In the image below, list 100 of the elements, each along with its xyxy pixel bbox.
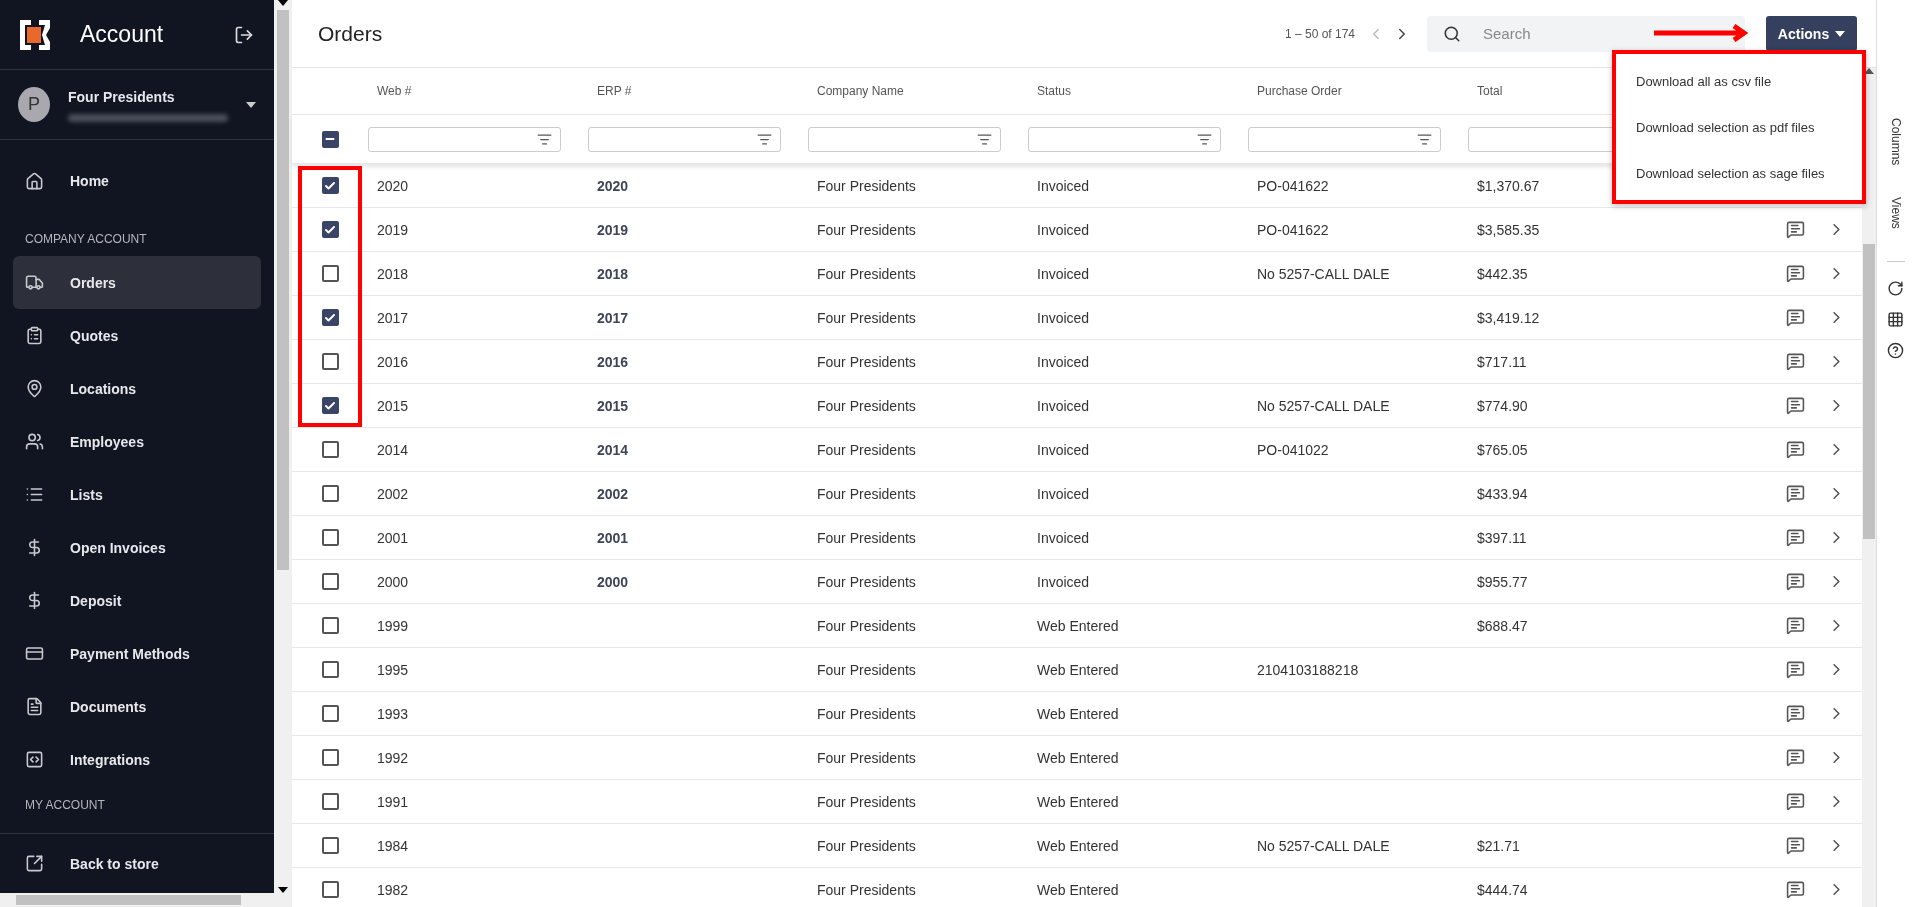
filter-field[interactable] <box>1028 126 1221 152</box>
comment-icon[interactable] <box>1786 396 1805 415</box>
nav-item[interactable]: Deposit <box>13 574 261 627</box>
row-checkbox[interactable] <box>321 837 339 854</box>
nav-item[interactable]: Documents <box>13 680 261 733</box>
row-checkbox[interactable] <box>321 353 339 370</box>
menu-item[interactable]: Download selection as sage files <box>1616 150 1862 196</box>
select-all-checkbox[interactable] <box>321 130 339 148</box>
row-checkbox[interactable] <box>321 485 339 502</box>
column-header[interactable]: Status <box>1028 84 1248 98</box>
column-header[interactable]: Web # <box>368 84 588 98</box>
table-cell-text: Four Presidents <box>816 881 917 898</box>
comment-icon[interactable] <box>1786 836 1805 855</box>
row-checkbox[interactable] <box>321 793 339 810</box>
table-cell-text: Four Presidents <box>816 793 917 810</box>
row-checkbox[interactable] <box>321 221 339 238</box>
nav-item[interactable]: Payment Methods <box>13 627 261 680</box>
nav-item[interactable]: Open Invoices <box>13 521 261 574</box>
column-header[interactable]: Purchase Order <box>1248 84 1468 98</box>
nav-item[interactable]: Employees <box>13 415 261 468</box>
table-cell-text: 2019 <box>596 221 630 238</box>
table-cell-text: No 5257-CALL DALE <box>1256 837 1391 854</box>
row-checkbox[interactable] <box>321 881 339 898</box>
actions-button[interactable]: Actions <box>1766 16 1857 51</box>
nav-icon <box>25 432 44 451</box>
table-cell-text: 2014 <box>596 441 630 458</box>
row-checkbox[interactable] <box>321 177 339 194</box>
comment-icon[interactable] <box>1786 748 1805 767</box>
table-cell-text: 2016 <box>376 353 410 370</box>
table-cell-text: Invoiced <box>1036 265 1091 282</box>
help-icon[interactable] <box>1887 342 1904 360</box>
scrollbar-thumb[interactable] <box>277 10 289 570</box>
nav-item[interactable]: Lists <box>13 468 261 521</box>
nav-icon <box>25 644 44 663</box>
table-cell-text: $717.11 <box>1476 353 1528 370</box>
side-tab[interactable]: Views <box>1888 197 1903 230</box>
row-checkbox[interactable] <box>321 397 339 414</box>
comment-icon[interactable] <box>1786 528 1805 547</box>
table-cell-text: 2104103188218 <box>1256 661 1360 678</box>
side-tab[interactable]: Columns <box>1888 118 1903 166</box>
back-to-store-link[interactable]: Back to store <box>25 843 159 884</box>
table-cell-text: PO-041622 <box>1256 177 1330 194</box>
comment-icon[interactable] <box>1786 440 1805 459</box>
menu-item[interactable]: Download all as csv file <box>1616 58 1862 104</box>
search-input[interactable]: Search <box>1481 24 1701 43</box>
search-bar[interactable]: Search <box>1427 15 1745 52</box>
row-checkbox[interactable] <box>321 441 339 458</box>
menu-item[interactable]: Download selection as pdf files <box>1616 104 1862 150</box>
comment-icon[interactable] <box>1786 572 1805 591</box>
row-checkbox[interactable] <box>321 749 339 766</box>
comment-icon[interactable] <box>1786 792 1805 811</box>
table-cell-text: Four Presidents <box>816 309 917 326</box>
table-cell-text: $433.94 <box>1476 485 1529 502</box>
check-icon <box>324 311 336 324</box>
table-cell-text: Invoiced <box>1036 441 1091 458</box>
comment-icon[interactable] <box>1786 484 1805 503</box>
nav-item[interactable]: Home <box>13 160 261 202</box>
check-icon <box>324 223 336 236</box>
comment-icon[interactable] <box>1786 264 1805 283</box>
row-checkbox[interactable] <box>321 661 339 678</box>
comment-icon[interactable] <box>1786 880 1805 899</box>
comment-icon[interactable] <box>1786 308 1805 327</box>
row-checkbox[interactable] <box>321 705 339 722</box>
row-checkbox[interactable] <box>321 617 339 634</box>
nav-item[interactable]: Integrations <box>13 733 261 786</box>
table-cell-text: Invoiced <box>1036 573 1091 590</box>
column-header[interactable]: ERP # <box>588 84 808 98</box>
nav-item[interactable]: Quotes <box>13 309 261 362</box>
table-cell-text: 2015 <box>376 397 410 414</box>
comment-icon[interactable] <box>1786 352 1805 371</box>
table-cell-text: 2002 <box>596 485 630 502</box>
filter-field[interactable] <box>1248 126 1441 152</box>
table-cell-text: Four Presidents <box>816 353 917 370</box>
row-checkbox[interactable] <box>321 309 339 326</box>
row-checkbox[interactable] <box>321 265 339 282</box>
table-cell-text: Web Entered <box>1036 705 1120 722</box>
comment-icon[interactable] <box>1786 616 1805 635</box>
grid-icon[interactable] <box>1887 311 1904 329</box>
comment-icon[interactable] <box>1786 220 1805 239</box>
filter-field[interactable] <box>368 126 561 152</box>
refresh-icon[interactable] <box>1887 280 1904 298</box>
row-checkbox[interactable] <box>321 529 339 546</box>
filter-icon <box>537 131 552 147</box>
row-checkbox[interactable] <box>321 573 339 590</box>
table-cell-text: 2000 <box>596 573 630 590</box>
filter-field[interactable] <box>808 126 1001 152</box>
nav-item[interactable]: Locations <box>13 362 261 415</box>
scrollbar-thumb[interactable] <box>1863 244 1875 539</box>
table-cell-text: $955.77 <box>1476 573 1529 590</box>
comment-icon[interactable] <box>1786 704 1805 723</box>
table-cell-text: $3,585.35 <box>1476 221 1541 238</box>
nav-icon <box>25 697 44 716</box>
scrollbar-thumb[interactable] <box>16 895 241 905</box>
nav-item[interactable]: Orders <box>13 256 261 309</box>
table-cell-text: Invoiced <box>1036 177 1091 194</box>
comment-icon[interactable] <box>1786 660 1805 679</box>
table-cell-text: $442.35 <box>1476 265 1529 282</box>
column-header[interactable]: Company Name <box>808 84 1028 98</box>
logout-icon[interactable] <box>234 24 254 45</box>
filter-field[interactable] <box>588 126 781 152</box>
